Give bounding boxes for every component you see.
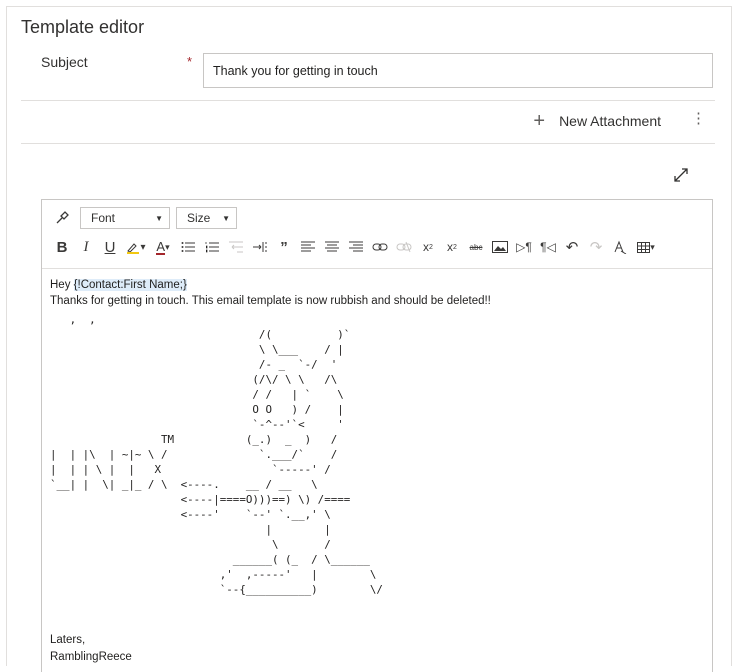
superscript-icon[interactable]: x2 [416, 236, 440, 258]
bullet-list-icon[interactable] [176, 236, 200, 258]
signature-name: RamblingReece [50, 650, 132, 663]
link-icon[interactable] [368, 236, 392, 258]
chevron-down-icon: ▼ [222, 213, 230, 223]
align-center-icon[interactable] [320, 236, 344, 258]
signoff: Laters, RamblingReece [50, 632, 132, 665]
ascii-art: , , /( )` \ \___ / | /- _ `-/ ' (/\/ \ \… [50, 313, 383, 596]
font-select[interactable]: Font ▼ [80, 207, 170, 229]
quote-icon[interactable]: ” [272, 236, 296, 258]
more-vertical-icon[interactable]: ⋮ [691, 111, 706, 127]
numbered-list-icon[interactable] [200, 236, 224, 258]
size-select-label: Size [187, 211, 211, 225]
underline-icon[interactable]: U [98, 236, 122, 258]
italic-icon[interactable]: I [74, 236, 98, 258]
ltr-icon[interactable]: ▷¶ [512, 236, 536, 258]
align-left-icon[interactable] [296, 236, 320, 258]
redo-icon[interactable]: ↷ [584, 236, 608, 258]
email-body[interactable]: Hey {!Contact:First Name;} Thanks for ge… [50, 277, 491, 309]
new-attachment-label: New Attachment [559, 113, 661, 129]
table-icon[interactable]: ▾ [632, 236, 660, 258]
highlight-icon[interactable]: ▾ [122, 236, 150, 258]
rich-text-editor[interactable]: Font ▼ Size ▼ B I U ▾ A ▾ ” x 2 x 2 abc … [41, 199, 713, 672]
plus-icon: + [533, 110, 546, 132]
format-painter-icon[interactable] [50, 207, 74, 229]
font-select-label: Font [91, 211, 116, 225]
clear-format-icon[interactable] [608, 236, 632, 258]
chevron-down-icon: ▼ [155, 213, 163, 223]
subject-label: Subject [41, 54, 88, 70]
decrease-indent-icon[interactable] [224, 236, 248, 258]
unlink-icon[interactable] [392, 236, 416, 258]
subscript-icon[interactable]: x2 [440, 236, 464, 258]
expand-icon[interactable] [673, 167, 689, 183]
divider [21, 143, 715, 144]
page-title: Template editor [21, 17, 145, 37]
contact-first-name-placeholder: {!Contact:First Name;} [73, 279, 187, 291]
divider [21, 100, 715, 101]
greeting-line: Hey {!Contact:First Name;} [50, 277, 491, 293]
rtl-icon[interactable]: ¶◁ [536, 236, 560, 258]
undo-icon[interactable]: ↶ [560, 236, 584, 258]
required-indicator: * [187, 54, 193, 69]
image-icon[interactable] [488, 236, 512, 258]
size-select[interactable]: Size ▼ [176, 207, 237, 229]
font-color-icon[interactable]: A ▾ [150, 236, 176, 258]
strikethrough-icon[interactable]: abc [464, 236, 488, 258]
body-line: Thanks for getting in touch. This email … [50, 295, 491, 307]
signoff-line: Laters, [50, 634, 86, 646]
increase-indent-icon[interactable] [248, 236, 272, 258]
subject-input[interactable] [203, 53, 713, 88]
greeting-text: Hey [50, 279, 74, 291]
editor-toolbar: Font ▼ Size ▼ B I U ▾ A ▾ ” x 2 x 2 abc … [42, 200, 712, 269]
template-editor-panel: Template editor Subject * + New Attachme… [6, 6, 732, 672]
bold-icon[interactable]: B [50, 236, 74, 258]
align-right-icon[interactable] [344, 236, 368, 258]
new-attachment-button[interactable]: + New Attachment [533, 111, 661, 131]
